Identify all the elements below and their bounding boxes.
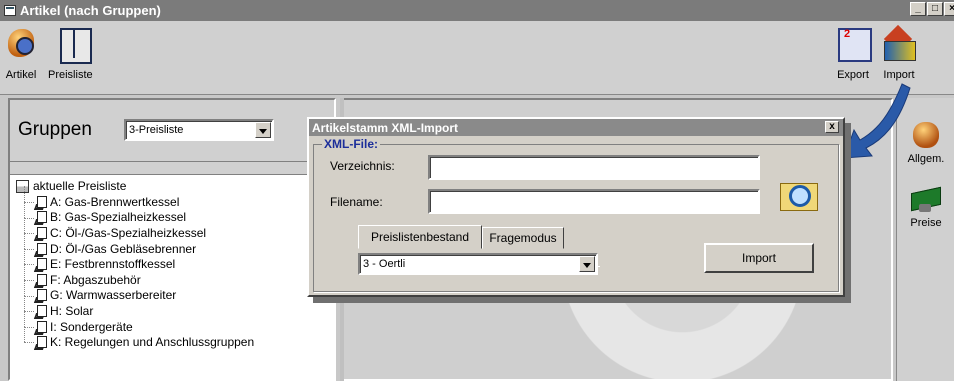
minimize-button[interactable]: _ (910, 2, 926, 16)
tree-item[interactable]: D: Öl-/Gas Gebläsebrenner (10, 232, 334, 257)
tree-item[interactable]: B: Gas-Spezialheizkessel (10, 201, 334, 226)
export-icon (836, 27, 872, 62)
tree-item-label: K: Regelungen und Anschlussgruppen (50, 335, 255, 350)
pricelist-select[interactable]: 3 - Oertli (358, 253, 598, 275)
circuit-board-icon (911, 186, 941, 214)
close-button[interactable]: × (944, 2, 954, 16)
export-button[interactable]: Export (836, 27, 872, 81)
window-titlebar: Artikel (nach Gruppen) _ □ × (0, 0, 954, 21)
tree-root-label: aktuelle Preisliste (33, 179, 127, 193)
tree-item-label: G: Warmwasserbereiter (50, 288, 177, 303)
book-icon (57, 27, 93, 64)
category-icon (34, 304, 48, 318)
tab-fragemodus-label: Fragemodus (489, 231, 557, 245)
category-icon (34, 195, 48, 209)
tree-item[interactable]: H: Solar (10, 295, 334, 319)
filename-field[interactable] (428, 189, 760, 214)
preisliste-button[interactable]: Preisliste (48, 27, 93, 81)
verzeichnis-field[interactable] (428, 155, 760, 180)
window-controls: _ □ × (910, 2, 954, 16)
tree-item[interactable]: A: Gas-Brennwertkessel (10, 186, 334, 210)
import-button[interactable]: Import (704, 243, 814, 273)
tree-item-label: C: Öl-/Gas-Spezialheizkessel (50, 225, 207, 240)
xml-file-group: XML-File: Verzeichnis: Filename: Preisli… (313, 137, 839, 292)
groups-label: Gruppen (18, 119, 92, 140)
import-toolbar-button[interactable]: Import (882, 27, 916, 81)
filename-label: Filename: (330, 195, 383, 209)
pricelist-icon (16, 179, 29, 193)
artikel-button[interactable]: Artikel (4, 27, 38, 81)
tab-preislistenbestand[interactable]: Preislistenbestand (358, 225, 482, 249)
tree-item[interactable]: F: Abgaszubehör (10, 264, 334, 288)
tree-item-label: H: Solar (50, 303, 94, 318)
import-icon (882, 27, 916, 61)
verzeichnis-label: Verzeichnis: (330, 159, 395, 173)
curved-arrow-icon (843, 83, 911, 159)
category-icon (34, 335, 48, 349)
tab-fragemodus[interactable]: Fragemodus (482, 227, 564, 249)
preise-label: Preise (910, 217, 942, 229)
allgem-label: Allgem. (907, 153, 945, 165)
artikel-label: Artikel (5, 69, 37, 81)
browse-folder-icon[interactable] (778, 177, 820, 213)
chevron-down-icon[interactable] (255, 122, 271, 138)
pricelist-select-value: 3 - Oertli (363, 258, 406, 270)
chevron-down-icon[interactable] (579, 256, 595, 272)
tree-item-label: A: Gas-Brennwertkessel (50, 194, 180, 209)
groups-tree: aktuelle Preisliste A: Gas-Brennwertkess… (10, 174, 334, 381)
preise-button[interactable]: Preise (901, 186, 951, 229)
groups-bar: Gruppen 3-Preisliste (10, 100, 334, 162)
preisliste-label: Preisliste (48, 69, 93, 81)
category-icon (34, 257, 48, 271)
xml-import-dialog: Artikelstamm XML-Import x XML-File: Verz… (307, 117, 845, 297)
import-button-label: Import (741, 251, 776, 265)
tree-item-label: B: Gas-Spezialheizkessel (50, 210, 187, 225)
tree-item[interactable]: E: Festbrennstoffkessel (10, 248, 334, 272)
tree-item[interactable]: C: Öl-/Gas-Spezialheizkessel (10, 217, 334, 241)
tab-preislistenbestand-label: Preislistenbestand (370, 230, 470, 244)
dialog-close-button[interactable]: x (825, 121, 839, 133)
window-title: Artikel (nach Gruppen) (20, 3, 161, 18)
maximize-button[interactable]: □ (927, 2, 943, 16)
tree-item-label: F: Abgaszubehör (50, 272, 141, 287)
category-icon (34, 320, 48, 334)
category-icon (34, 242, 48, 256)
groups-select[interactable]: 3-Preisliste (124, 119, 274, 141)
category-icon (34, 226, 48, 240)
tree-root[interactable]: aktuelle Preisliste (10, 178, 334, 194)
tree-item-label: D: Öl-/Gas Gebläsebrenner (50, 241, 197, 256)
toolbar: Artikel Preisliste Export Import (0, 21, 954, 95)
category-icon (34, 210, 48, 224)
dialog-titlebar: Artikelstamm XML-Import x (309, 119, 843, 136)
groups-panel: Gruppen 3-Preisliste aktuelle Preisliste… (8, 98, 336, 381)
artikel-icon (4, 27, 38, 61)
xml-file-legend: XML-File: (322, 137, 380, 151)
tree-item-label: E: Festbrennstoffkessel (50, 257, 176, 272)
groups-select-value: 3-Preisliste (129, 124, 184, 136)
tree-item[interactable]: K: Regelungen und Anschlussgruppen (10, 326, 334, 350)
category-icon (34, 273, 48, 287)
category-icon (34, 288, 48, 302)
tree-item[interactable]: I: Sondergeräte (10, 310, 334, 335)
tree-item-label: I: Sondergeräte (50, 319, 133, 334)
allgem-icon (911, 122, 941, 150)
tree-item[interactable]: G: Warmwasserbereiter (10, 279, 334, 304)
dialog-title: Artikelstamm XML-Import (312, 120, 459, 135)
app-icon (4, 5, 16, 16)
